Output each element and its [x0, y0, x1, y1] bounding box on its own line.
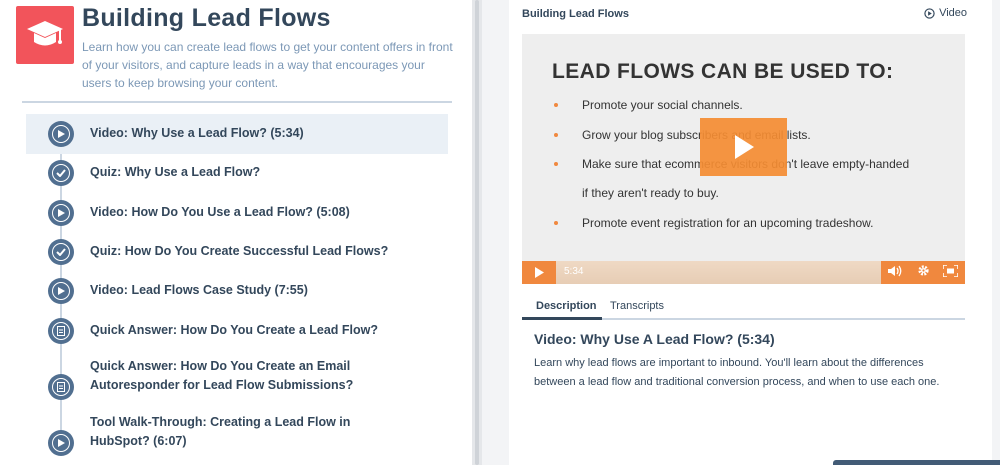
- lesson-item[interactable]: Video: Lead Flows Case Study (7:55): [26, 276, 448, 306]
- divider: [22, 101, 452, 103]
- lesson-item[interactable]: Quiz: How Do You Create Successful Lead …: [26, 237, 448, 267]
- video-controls: 5:34: [522, 261, 965, 284]
- lesson-label: Quick Answer: How Do You Create a Lead F…: [90, 323, 379, 337]
- settings-button[interactable]: [917, 264, 930, 282]
- play-circle-icon: [48, 200, 74, 226]
- control-play-button[interactable]: [522, 261, 556, 284]
- graduation-cap-icon: [27, 21, 63, 46]
- course-icon: [16, 6, 74, 64]
- bullet-text: Promote your social channels.: [582, 98, 743, 112]
- player-course-title: Building Lead Flows: [522, 8, 629, 20]
- document-icon: [48, 318, 74, 344]
- lesson-item[interactable]: Video: Why Use a Lead Flow? (5:34): [26, 114, 448, 154]
- video-time: 5:34: [564, 266, 584, 277]
- bullet-text: Promote event registration for an upcomi…: [582, 216, 874, 230]
- play-circle-icon: [48, 121, 74, 147]
- lesson-label: Video: Lead Flows Case Study (7:55): [90, 283, 308, 297]
- fullscreen-button[interactable]: [942, 263, 960, 282]
- course-title: Building Lead Flows: [82, 4, 331, 32]
- check-circle-icon: [48, 239, 74, 265]
- lesson-description: Learn why lead flows are important to in…: [534, 357, 940, 388]
- lesson-item[interactable]: Tool Walk-Through: Creating a Lead Flow …: [26, 410, 448, 458]
- bullet-dot: [554, 133, 558, 137]
- lesson-item[interactable]: Video: How Do You Use a Lead Flow? (5:08…: [26, 198, 448, 228]
- content-tabs: Description Transcripts: [522, 298, 965, 320]
- check-circle-icon: [48, 160, 74, 186]
- gear-icon: [918, 264, 929, 276]
- slide-title: LEAD FLOWS CAN BE USED TO:: [552, 60, 894, 83]
- lesson-item[interactable]: Quiz: Why Use a Lead Flow?: [26, 158, 448, 188]
- tab-transcripts[interactable]: Transcripts: [610, 300, 664, 312]
- volume-button[interactable]: [887, 264, 904, 282]
- tab-description[interactable]: Description: [536, 300, 597, 312]
- player-panel: Building Lead Flows Video LEAD FLOWS CAN…: [509, 0, 992, 465]
- lesson-item[interactable]: Quick Answer: How Do You Create an Email…: [26, 354, 448, 404]
- lesson-label: Video: Why Use a Lead Flow? (5:34): [90, 126, 304, 140]
- control-group: [881, 261, 965, 284]
- play-circle-icon: [48, 278, 74, 304]
- play-circle-outline-icon: [924, 7, 935, 19]
- bullet-text: if they aren't ready to buy.: [582, 186, 719, 200]
- chat-tab[interactable]: [833, 460, 1000, 465]
- content-type-label: Video: [939, 7, 967, 19]
- active-tab-indicator: [522, 317, 602, 320]
- lesson-label: Video: How Do You Use a Lead Flow? (5:08…: [90, 205, 350, 219]
- lesson-label: Quiz: Why Use a Lead Flow?: [90, 165, 261, 179]
- content-type: Video: [924, 7, 967, 19]
- play-circle-icon: [48, 430, 74, 456]
- lesson-label: Quiz: How Do You Create Successful Lead …: [90, 244, 389, 258]
- course-panel: Building Lead Flows Learn how you can cr…: [0, 0, 472, 465]
- fullscreen-icon: [942, 263, 960, 278]
- play-icon: [734, 135, 754, 159]
- lesson-label: Tool Walk-Through: Creating a Lead Flow …: [90, 415, 351, 448]
- scrollbar-thumb[interactable]: [475, 0, 479, 465]
- lesson-title: Video: Why Use A Lead Flow? (5:34): [534, 331, 775, 347]
- play-icon: [534, 267, 544, 278]
- document-icon: [48, 374, 74, 400]
- bullet-dot: [554, 103, 558, 107]
- lesson-item[interactable]: Quick Answer: How Do You Create a Lead F…: [26, 316, 448, 346]
- bullet-dot: [554, 221, 558, 225]
- lesson-label: Quick Answer: How Do You Create an Email…: [90, 359, 354, 392]
- bullet-dot: [554, 162, 558, 166]
- panel-scrollbar[interactable]: [472, 0, 482, 465]
- volume-icon: [887, 265, 902, 276]
- big-play-button[interactable]: [700, 118, 787, 176]
- video-player[interactable]: LEAD FLOWS CAN BE USED TO: Promote your …: [522, 34, 965, 284]
- course-description: Learn how you can create lead flows to g…: [82, 40, 453, 90]
